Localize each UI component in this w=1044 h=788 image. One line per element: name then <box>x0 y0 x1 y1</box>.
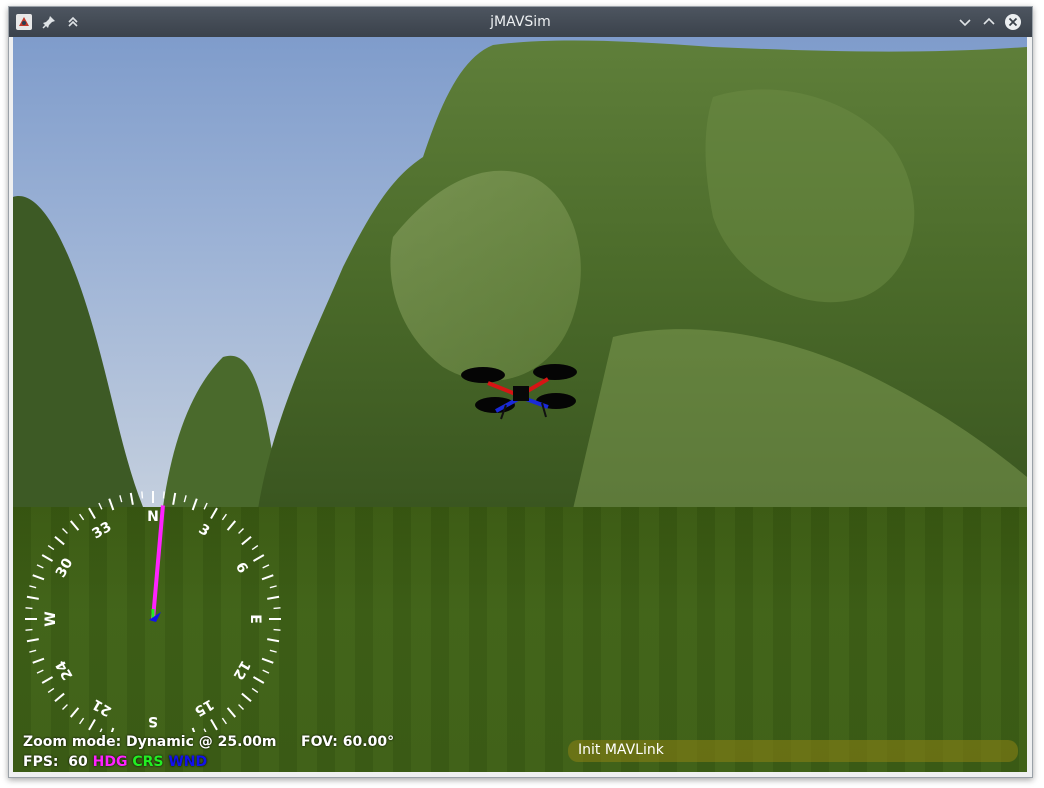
compass-tick <box>162 491 165 499</box>
legend-hdg: HDG <box>92 754 128 770</box>
compass-tick <box>261 574 274 581</box>
minimize-icon[interactable] <box>955 12 975 32</box>
compass-tick <box>221 717 227 725</box>
compass-tick <box>262 669 270 674</box>
compass-tick <box>99 728 103 732</box>
compass-tick <box>54 535 65 546</box>
fov-label: FOV: <box>301 734 338 750</box>
compass-tick <box>183 495 187 503</box>
compass-rose: N 3 6 E 12 15 S 21 24 W 30 33 <box>25 491 281 732</box>
compass-tick <box>41 554 54 562</box>
compass-tick <box>191 498 198 511</box>
compass-tick <box>29 585 37 589</box>
compass-tick <box>261 657 274 664</box>
compass-tick <box>79 717 85 725</box>
compass-label-3: 3 <box>196 521 212 540</box>
fps-label: FPS: <box>23 754 59 770</box>
status-message: Init MAVLink <box>578 742 664 758</box>
compass-tick <box>129 492 134 505</box>
compass-tick <box>252 676 265 684</box>
compass-tick <box>36 564 44 569</box>
legend-crs: CRS <box>132 754 164 770</box>
compass-tick <box>110 727 115 732</box>
compass-tick <box>251 687 259 693</box>
compass-tick <box>32 657 45 664</box>
compass-tick <box>79 513 85 521</box>
compass-tick <box>47 545 55 551</box>
compass-tick <box>29 649 37 653</box>
maximize-icon[interactable] <box>979 12 999 32</box>
compass-tick <box>203 728 207 732</box>
compass-label-24: 24 <box>53 657 77 682</box>
compass-tick <box>238 527 245 534</box>
compass-label-e: E <box>247 614 263 624</box>
close-icon[interactable] <box>1003 12 1023 32</box>
compass-label-12: 12 <box>230 658 254 683</box>
compass-tick <box>41 676 54 684</box>
compass-label-w: W <box>43 611 59 626</box>
compass-tick <box>172 492 177 505</box>
compass-tick <box>32 574 45 581</box>
compass-tick <box>203 502 208 510</box>
compass-tick <box>25 607 33 610</box>
window-title: jMAVSim <box>490 14 551 30</box>
compass-tick <box>262 564 270 569</box>
compass-tick <box>69 707 80 718</box>
zoom-label: Zoom mode: <box>23 734 122 750</box>
fov-readout: FOV: 60.00° <box>301 734 394 750</box>
compass-tick <box>88 718 96 731</box>
compass-tick <box>269 585 277 589</box>
compass-tick <box>252 554 265 562</box>
compass-tick <box>26 638 39 643</box>
compass-tick <box>119 495 123 503</box>
app-window: jMAVSim N 3 6 E 12 15 S 21 24 W 30 33 Zo… <box>8 6 1033 778</box>
quadcopter <box>461 364 577 420</box>
compass-tick <box>251 545 259 551</box>
compass-tick <box>226 520 237 531</box>
compass-tick <box>221 513 227 521</box>
compass-tick <box>69 520 80 531</box>
compass-tick <box>141 491 144 499</box>
compass-tick <box>108 498 115 511</box>
fov-value: 60.00° <box>342 734 395 750</box>
compass-tick <box>61 704 68 711</box>
compass-tick <box>54 692 65 703</box>
compass-tick <box>267 638 280 643</box>
compass-tick <box>98 502 103 510</box>
compass-tick <box>61 527 68 534</box>
fps-value: 60 <box>68 754 88 770</box>
compass-label-33: 33 <box>90 519 115 543</box>
compass-label-s: S <box>148 713 158 729</box>
compass-tick <box>241 692 252 703</box>
tree-line <box>13 40 1027 510</box>
compass-label-21: 21 <box>90 696 115 720</box>
compass-tick <box>273 607 281 610</box>
compass-tick <box>273 628 281 631</box>
legend-wnd: WND <box>168 754 208 770</box>
compass-tick <box>210 507 218 520</box>
compass-label-6: 6 <box>232 560 251 576</box>
title-bar[interactable]: jMAVSim <box>9 7 1032 37</box>
compass-label-30: 30 <box>53 555 77 580</box>
compass-tick <box>226 707 237 718</box>
simulation-viewport[interactable]: N 3 6 E 12 15 S 21 24 W 30 33 Zoom mode: Dynamic @ … <box>13 37 1027 772</box>
compass-tick <box>36 669 44 674</box>
compass-label-n: N <box>147 509 159 525</box>
compass-tick <box>191 727 196 732</box>
compass-tick <box>238 704 245 711</box>
compass-tick <box>88 507 96 520</box>
compass-tick <box>210 718 218 731</box>
fps-readout: FPS: 60 HDG CRS WND <box>23 754 207 770</box>
compass-tick <box>26 595 39 600</box>
status-bar: Init MAVLink <box>568 740 1018 762</box>
compass-tick <box>267 595 280 600</box>
compass-tick <box>241 535 252 546</box>
zoom-value: Dynamic @ 25.00m <box>126 734 277 750</box>
compass-tick <box>47 687 55 693</box>
compass-tick <box>25 628 33 631</box>
zoom-readout: Zoom mode: Dynamic @ 25.00m <box>23 734 277 750</box>
compass-tick <box>269 649 277 653</box>
compass-label-15: 15 <box>192 696 217 720</box>
